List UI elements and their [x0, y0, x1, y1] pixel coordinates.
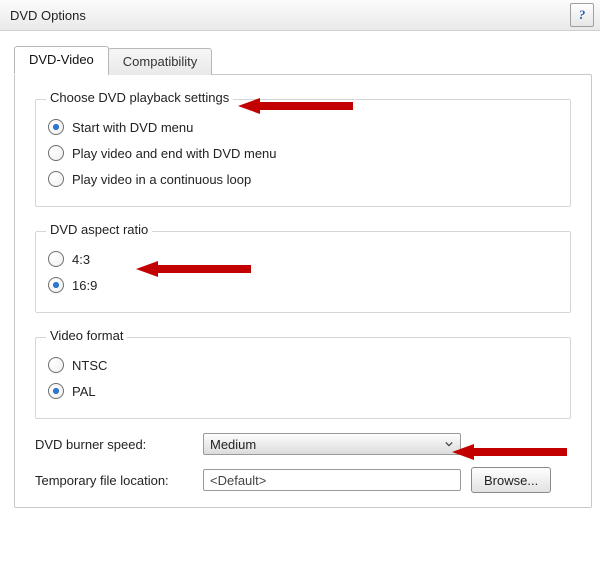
tabstrip: DVD-Video Compatibility: [14, 46, 592, 74]
radio-icon: [48, 145, 64, 161]
radio-label: Play video and end with DVD menu: [72, 146, 277, 161]
radio-icon: [48, 277, 64, 293]
temp-location-label: Temporary file location:: [35, 473, 193, 488]
radio-label: Start with DVD menu: [72, 120, 193, 135]
client-area: DVD-Video Compatibility Choose DVD playb…: [0, 30, 600, 562]
radio-icon: [48, 119, 64, 135]
browse-button[interactable]: Browse...: [471, 467, 551, 493]
group-playback: Choose DVD playback settings Start with …: [35, 99, 571, 207]
radio-continuous-loop[interactable]: Play video in a continuous loop: [48, 166, 558, 192]
radio-pal[interactable]: PAL: [48, 378, 558, 404]
tab-dvd-video-label: DVD-Video: [29, 52, 94, 67]
group-playback-title: Choose DVD playback settings: [46, 90, 233, 105]
row-temp-location: Temporary file location: <Default> Brows…: [35, 467, 571, 493]
tab-compatibility[interactable]: Compatibility: [108, 48, 212, 75]
browse-button-label: Browse...: [484, 473, 538, 488]
temp-location-value: <Default>: [210, 473, 266, 488]
radio-start-with-menu[interactable]: Start with DVD menu: [48, 114, 558, 140]
radio-label: 4:3: [72, 252, 90, 267]
window-title: DVD Options: [10, 8, 86, 23]
radio-16-9[interactable]: 16:9: [48, 272, 558, 298]
group-aspect-ratio: DVD aspect ratio 4:3 16:9: [35, 231, 571, 313]
group-aspect-title: DVD aspect ratio: [46, 222, 152, 237]
radio-icon: [48, 383, 64, 399]
burner-speed-label: DVD burner speed:: [35, 437, 193, 452]
help-button[interactable]: ?: [570, 3, 594, 27]
tab-dvd-video[interactable]: DVD-Video: [14, 46, 109, 74]
chevron-down-icon: [442, 437, 456, 451]
radio-label: NTSC: [72, 358, 107, 373]
temp-location-input[interactable]: <Default>: [203, 469, 461, 491]
radio-label: 16:9: [72, 278, 97, 293]
radio-play-end-menu[interactable]: Play video and end with DVD menu: [48, 140, 558, 166]
radio-ntsc[interactable]: NTSC: [48, 352, 558, 378]
burner-speed-select[interactable]: Medium: [203, 433, 461, 455]
radio-label: PAL: [72, 384, 96, 399]
radio-icon: [48, 251, 64, 267]
titlebar: DVD Options ?: [0, 0, 600, 31]
row-burner-speed: DVD burner speed: Medium: [35, 433, 571, 455]
group-format-title: Video format: [46, 328, 127, 343]
tab-compatibility-label: Compatibility: [123, 54, 197, 69]
radio-icon: [48, 357, 64, 373]
burner-speed-value: Medium: [210, 437, 256, 452]
dvd-options-window: { "window": { "title": "DVD Options" }, …: [0, 0, 600, 562]
radio-4-3[interactable]: 4:3: [48, 246, 558, 272]
tabpage-dvd-video: Choose DVD playback settings Start with …: [14, 74, 592, 508]
group-video-format: Video format NTSC PAL: [35, 337, 571, 419]
radio-label: Play video in a continuous loop: [72, 172, 251, 187]
radio-icon: [48, 171, 64, 187]
